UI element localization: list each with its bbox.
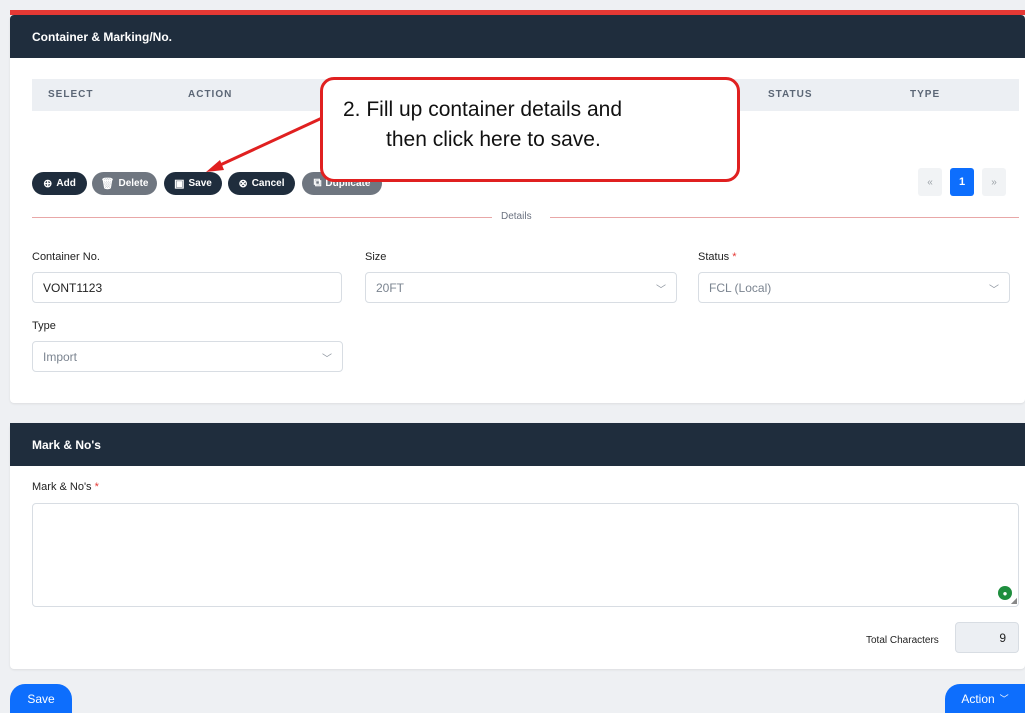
col-select: SELECT	[48, 89, 94, 100]
container-card-header: Container & Marking/No.	[10, 15, 1025, 58]
top-strip	[0, 0, 1025, 15]
mark-label: Mark & No's *	[32, 481, 99, 493]
page-current[interactable]: 1	[950, 168, 974, 196]
cancel-button[interactable]: ⊗ Cancel	[228, 172, 295, 195]
page-prev[interactable]: «	[918, 168, 942, 196]
floppy-icon: ▣	[174, 178, 185, 190]
size-select[interactable]: 20FT ﹀	[365, 272, 677, 303]
page-next[interactable]: »	[982, 168, 1006, 196]
resize-handle-icon[interactable]: ◢	[1011, 596, 1017, 605]
delete-button[interactable]: 🗑 Delete	[92, 172, 157, 195]
type-select[interactable]: Import ﹀	[32, 341, 343, 372]
marks-card: Mark & No's Mark & No's * ● ◢ Total Chara…	[10, 423, 1025, 669]
mark-textarea[interactable]: ● ◢	[32, 503, 1019, 607]
add-button[interactable]: ⊕ Add	[32, 172, 87, 195]
chevron-down-icon: ﹀	[999, 694, 1009, 704]
details-label: Details	[501, 211, 532, 222]
required-mark: *	[94, 481, 99, 493]
chevron-down-icon: ﹀	[989, 285, 999, 296]
save-button[interactable]: ▣ Save	[164, 172, 222, 195]
container-card: Container & Marking/No. SELECT ACTION ST…	[10, 15, 1025, 403]
details-divider-right	[550, 217, 1019, 218]
chevron-down-icon: ﹀	[322, 354, 332, 365]
footer-action-button[interactable]: Action ﹀	[945, 684, 1025, 713]
total-characters-label: Total Characters	[866, 635, 939, 646]
trash-icon: 🗑	[100, 178, 115, 190]
col-type: TYPE	[910, 89, 941, 100]
status-select[interactable]: FCL (Local) ﹀	[698, 272, 1010, 303]
details-divider-left	[32, 217, 492, 218]
container-no-input[interactable]: VONT1123	[32, 272, 342, 303]
callout-line-2: then click here to save.	[386, 128, 601, 151]
footer-save-button[interactable]: Save	[10, 684, 72, 713]
total-characters-value: 9	[955, 622, 1019, 653]
col-status: STATUS	[768, 89, 813, 100]
col-action: ACTION	[188, 89, 233, 100]
required-mark: *	[732, 251, 737, 263]
status-label: Status *	[698, 251, 737, 263]
x-circle-icon: ⊗	[238, 178, 248, 190]
container-no-label: Container No.	[32, 251, 100, 263]
callout-line-1: 2. Fill up container details and	[343, 98, 622, 121]
type-label: Type	[32, 320, 56, 332]
copy-icon: ⧉	[313, 177, 322, 189]
plus-circle-icon: ⊕	[43, 178, 53, 190]
marks-card-header: Mark & No's	[10, 423, 1025, 466]
size-label: Size	[365, 251, 387, 263]
tutorial-callout: 2. Fill up container details and then cl…	[320, 77, 740, 182]
chevron-down-icon: ﹀	[656, 285, 666, 296]
